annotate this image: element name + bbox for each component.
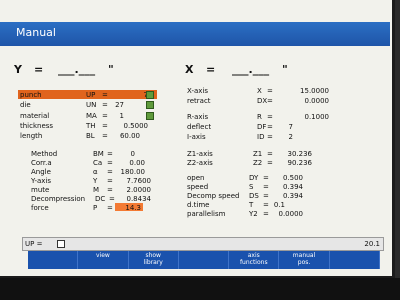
fkey-1[interactable] xyxy=(28,251,79,269)
x-readout-value: ___.___ xyxy=(232,63,270,76)
fkey-show-library[interactable]: show library xyxy=(129,251,179,269)
y-readout-eq: = xyxy=(34,63,44,76)
status-bar[interactable]: UP = 20.1 xyxy=(22,237,384,251)
y-readout-value: ___.___ xyxy=(58,63,96,76)
x-readout-label: X xyxy=(185,63,194,76)
y-readout-label: Y xyxy=(14,63,22,76)
fkey-manual-pos[interactable]: manual pos. xyxy=(279,251,330,269)
window-title: Manual xyxy=(16,26,56,39)
bezel xyxy=(0,278,400,300)
material-lookup-icon[interactable] xyxy=(146,112,154,120)
y-readout-unit: " xyxy=(108,63,114,76)
punch-lookup-icon[interactable] xyxy=(146,91,154,99)
title-bar: Manual xyxy=(0,22,390,46)
fkey-view[interactable]: view xyxy=(78,251,129,269)
status-right-text: 20.1 xyxy=(364,240,380,248)
fkey-7[interactable] xyxy=(330,251,380,269)
status-scroll-icon[interactable] xyxy=(57,240,65,248)
x-readout-eq: = xyxy=(206,63,216,76)
status-left-text: UP = xyxy=(25,240,43,248)
function-key-bar: view show library axis functions manual pos… xyxy=(28,251,380,269)
die-lookup-icon[interactable] xyxy=(146,101,154,109)
fkey-4[interactable] xyxy=(179,251,230,269)
x-readout-unit: " xyxy=(282,63,288,76)
fkey-axis-functions[interactable]: axis functions xyxy=(229,251,280,269)
hmi-screen: Manual Y = ___.___ " X = ___.___ " punch… xyxy=(0,0,395,279)
